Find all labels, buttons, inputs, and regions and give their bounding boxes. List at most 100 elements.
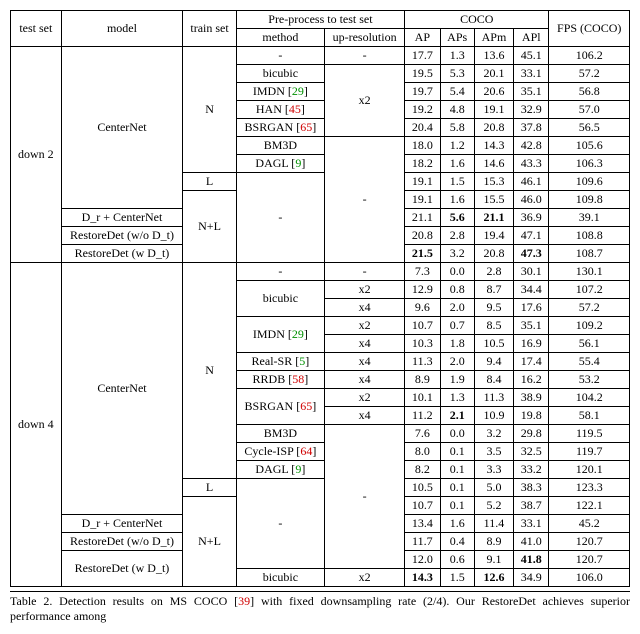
apm-cell: 20.6	[474, 83, 513, 101]
ap-cell: 18.2	[405, 155, 440, 173]
aps-cell: 1.5	[440, 173, 474, 191]
upres-cell: x2	[325, 389, 405, 407]
fps-cell: 109.6	[549, 173, 630, 191]
trainset-n: N	[183, 263, 236, 479]
h-testset: test set	[11, 11, 62, 47]
upres-cell: x2	[325, 281, 405, 299]
ap-cell: 21.1	[405, 209, 440, 227]
apm-cell: 8.4	[474, 371, 513, 389]
apm-cell: 12.6	[474, 569, 513, 587]
h-preprocess: Pre-process to test set	[236, 11, 404, 29]
aps-cell: 0.4	[440, 533, 474, 551]
ap-cell: 20.4	[405, 119, 440, 137]
method-cell: IMDN [29]	[236, 317, 324, 353]
ap-cell: 10.5	[405, 479, 440, 497]
fps-cell: 130.1	[549, 263, 630, 281]
model-drcenter: D_r + CenterNet	[61, 209, 183, 227]
ap-cell: 10.7	[405, 317, 440, 335]
method-cell: RRDB [58]	[236, 371, 324, 389]
fps-cell: 120.7	[549, 551, 630, 569]
aps-cell: 1.8	[440, 335, 474, 353]
aps-cell: 1.3	[440, 389, 474, 407]
method-cell: BSRGAN [65]	[236, 389, 324, 425]
fps-cell: 57.2	[549, 65, 630, 83]
apl-cell: 29.8	[514, 425, 549, 443]
aps-cell: 3.2	[440, 245, 474, 263]
apm-cell: 21.1	[474, 209, 513, 227]
aps-cell: 2.0	[440, 353, 474, 371]
ap-cell: 14.3	[405, 569, 440, 587]
apm-cell: 10.9	[474, 407, 513, 425]
apm-cell: 2.8	[474, 263, 513, 281]
apm-cell: 3.2	[474, 425, 513, 443]
method-cell: HAN [45]	[236, 101, 324, 119]
fps-cell: 55.4	[549, 353, 630, 371]
aps-cell: 5.8	[440, 119, 474, 137]
apm-cell: 5.2	[474, 497, 513, 515]
upres-cell: -	[325, 263, 405, 281]
apl-cell: 32.9	[514, 101, 549, 119]
method-cell: Real-SR [5]	[236, 353, 324, 371]
results-table: test set model train set Pre-process to …	[10, 10, 630, 587]
method-cell: DAGL [9]	[236, 461, 324, 479]
ap-cell: 11.3	[405, 353, 440, 371]
fps-cell: 123.3	[549, 479, 630, 497]
model-rdwo: RestoreDet (w/o D_t)	[61, 533, 183, 551]
fps-cell: 109.2	[549, 317, 630, 335]
aps-cell: 5.6	[440, 209, 474, 227]
fps-cell: 106.3	[549, 155, 630, 173]
trainset-n: N	[183, 47, 236, 173]
ap-cell: 19.5	[405, 65, 440, 83]
ap-cell: 10.7	[405, 497, 440, 515]
apm-cell: 8.7	[474, 281, 513, 299]
apm-cell: 14.3	[474, 137, 513, 155]
model-rdw: RestoreDet (w D_t)	[61, 245, 183, 263]
ap-cell: 20.8	[405, 227, 440, 245]
fps-cell: 105.6	[549, 137, 630, 155]
apm-cell: 20.8	[474, 245, 513, 263]
apm-cell: 8.9	[474, 533, 513, 551]
ap-cell: 7.3	[405, 263, 440, 281]
apm-cell: 9.4	[474, 353, 513, 371]
ap-cell: 10.1	[405, 389, 440, 407]
apm-cell: 20.1	[474, 65, 513, 83]
aps-cell: 0.1	[440, 443, 474, 461]
model-rdw: RestoreDet (w D_t)	[61, 551, 183, 587]
table-row: down 2 CenterNet N - - 17.7 1.3 13.6 45.…	[11, 47, 630, 65]
ap-cell: 11.7	[405, 533, 440, 551]
apm-cell: 14.6	[474, 155, 513, 173]
fps-cell: 56.5	[549, 119, 630, 137]
upres-cell: x4	[325, 335, 405, 353]
upres-cell: x2	[325, 569, 405, 587]
apl-cell: 38.9	[514, 389, 549, 407]
h-model: model	[61, 11, 183, 47]
h-trainset: train set	[183, 11, 236, 47]
ap-cell: 17.7	[405, 47, 440, 65]
fps-cell: 56.8	[549, 83, 630, 101]
apl-cell: 34.9	[514, 569, 549, 587]
aps-cell: 1.6	[440, 191, 474, 209]
h-fps: FPS (COCO)	[549, 11, 630, 47]
model-rdwo: RestoreDet (w/o D_t)	[61, 227, 183, 245]
apm-cell: 11.3	[474, 389, 513, 407]
apl-cell: 34.4	[514, 281, 549, 299]
upres-cell: x2	[325, 65, 405, 137]
fps-cell: 39.1	[549, 209, 630, 227]
apl-cell: 16.9	[514, 335, 549, 353]
fps-cell: 120.1	[549, 461, 630, 479]
fps-cell: 119.7	[549, 443, 630, 461]
fps-cell: 119.5	[549, 425, 630, 443]
apl-cell: 35.1	[514, 83, 549, 101]
apl-cell: 16.2	[514, 371, 549, 389]
method-cell: BSRGAN [65]	[236, 119, 324, 137]
apl-cell: 41.8	[514, 551, 549, 569]
aps-cell: 2.8	[440, 227, 474, 245]
aps-cell: 1.2	[440, 137, 474, 155]
fps-cell: 106.2	[549, 47, 630, 65]
upres-cell: -	[325, 137, 405, 263]
ap-cell: 11.2	[405, 407, 440, 425]
method-cell: bicubic	[236, 281, 324, 317]
trainset-nl: N+L	[183, 191, 236, 263]
aps-cell: 1.3	[440, 47, 474, 65]
apl-cell: 19.8	[514, 407, 549, 425]
